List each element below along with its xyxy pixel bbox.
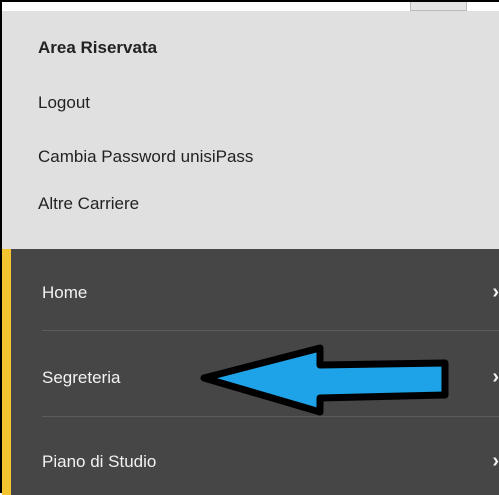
cut-off-tab xyxy=(410,2,467,11)
user-menu-title: Area Riservata xyxy=(38,38,158,57)
top-strip xyxy=(2,2,499,11)
nav-item-label: Segreteria xyxy=(42,368,121,387)
chevron-right-icon: › xyxy=(492,281,499,303)
nav-item-label: Home xyxy=(42,283,88,302)
nav-item-label: Piano di Studio xyxy=(42,452,157,471)
chevron-right-icon: › xyxy=(492,450,499,472)
user-menu-panel: Area Riservata Logout Cambia Password un… xyxy=(2,11,499,249)
nav-accent-bar xyxy=(2,249,11,495)
other-careers-link[interactable]: Altre Carriere xyxy=(38,194,139,214)
change-password-link[interactable]: Cambia Password unisiPass xyxy=(38,147,253,167)
chevron-right-icon: › xyxy=(492,366,499,388)
nav-item-segreteria[interactable]: Segreteria › xyxy=(11,350,499,407)
nav-divider xyxy=(42,330,499,331)
nav-divider xyxy=(42,416,499,417)
nav-item-piano-di-studio[interactable]: Piano di Studio › xyxy=(11,434,499,491)
nav-item-home[interactable]: Home › xyxy=(11,265,499,322)
screenshot-frame: Area Riservata Logout Cambia Password un… xyxy=(0,0,499,495)
logout-link[interactable]: Logout xyxy=(38,93,90,113)
